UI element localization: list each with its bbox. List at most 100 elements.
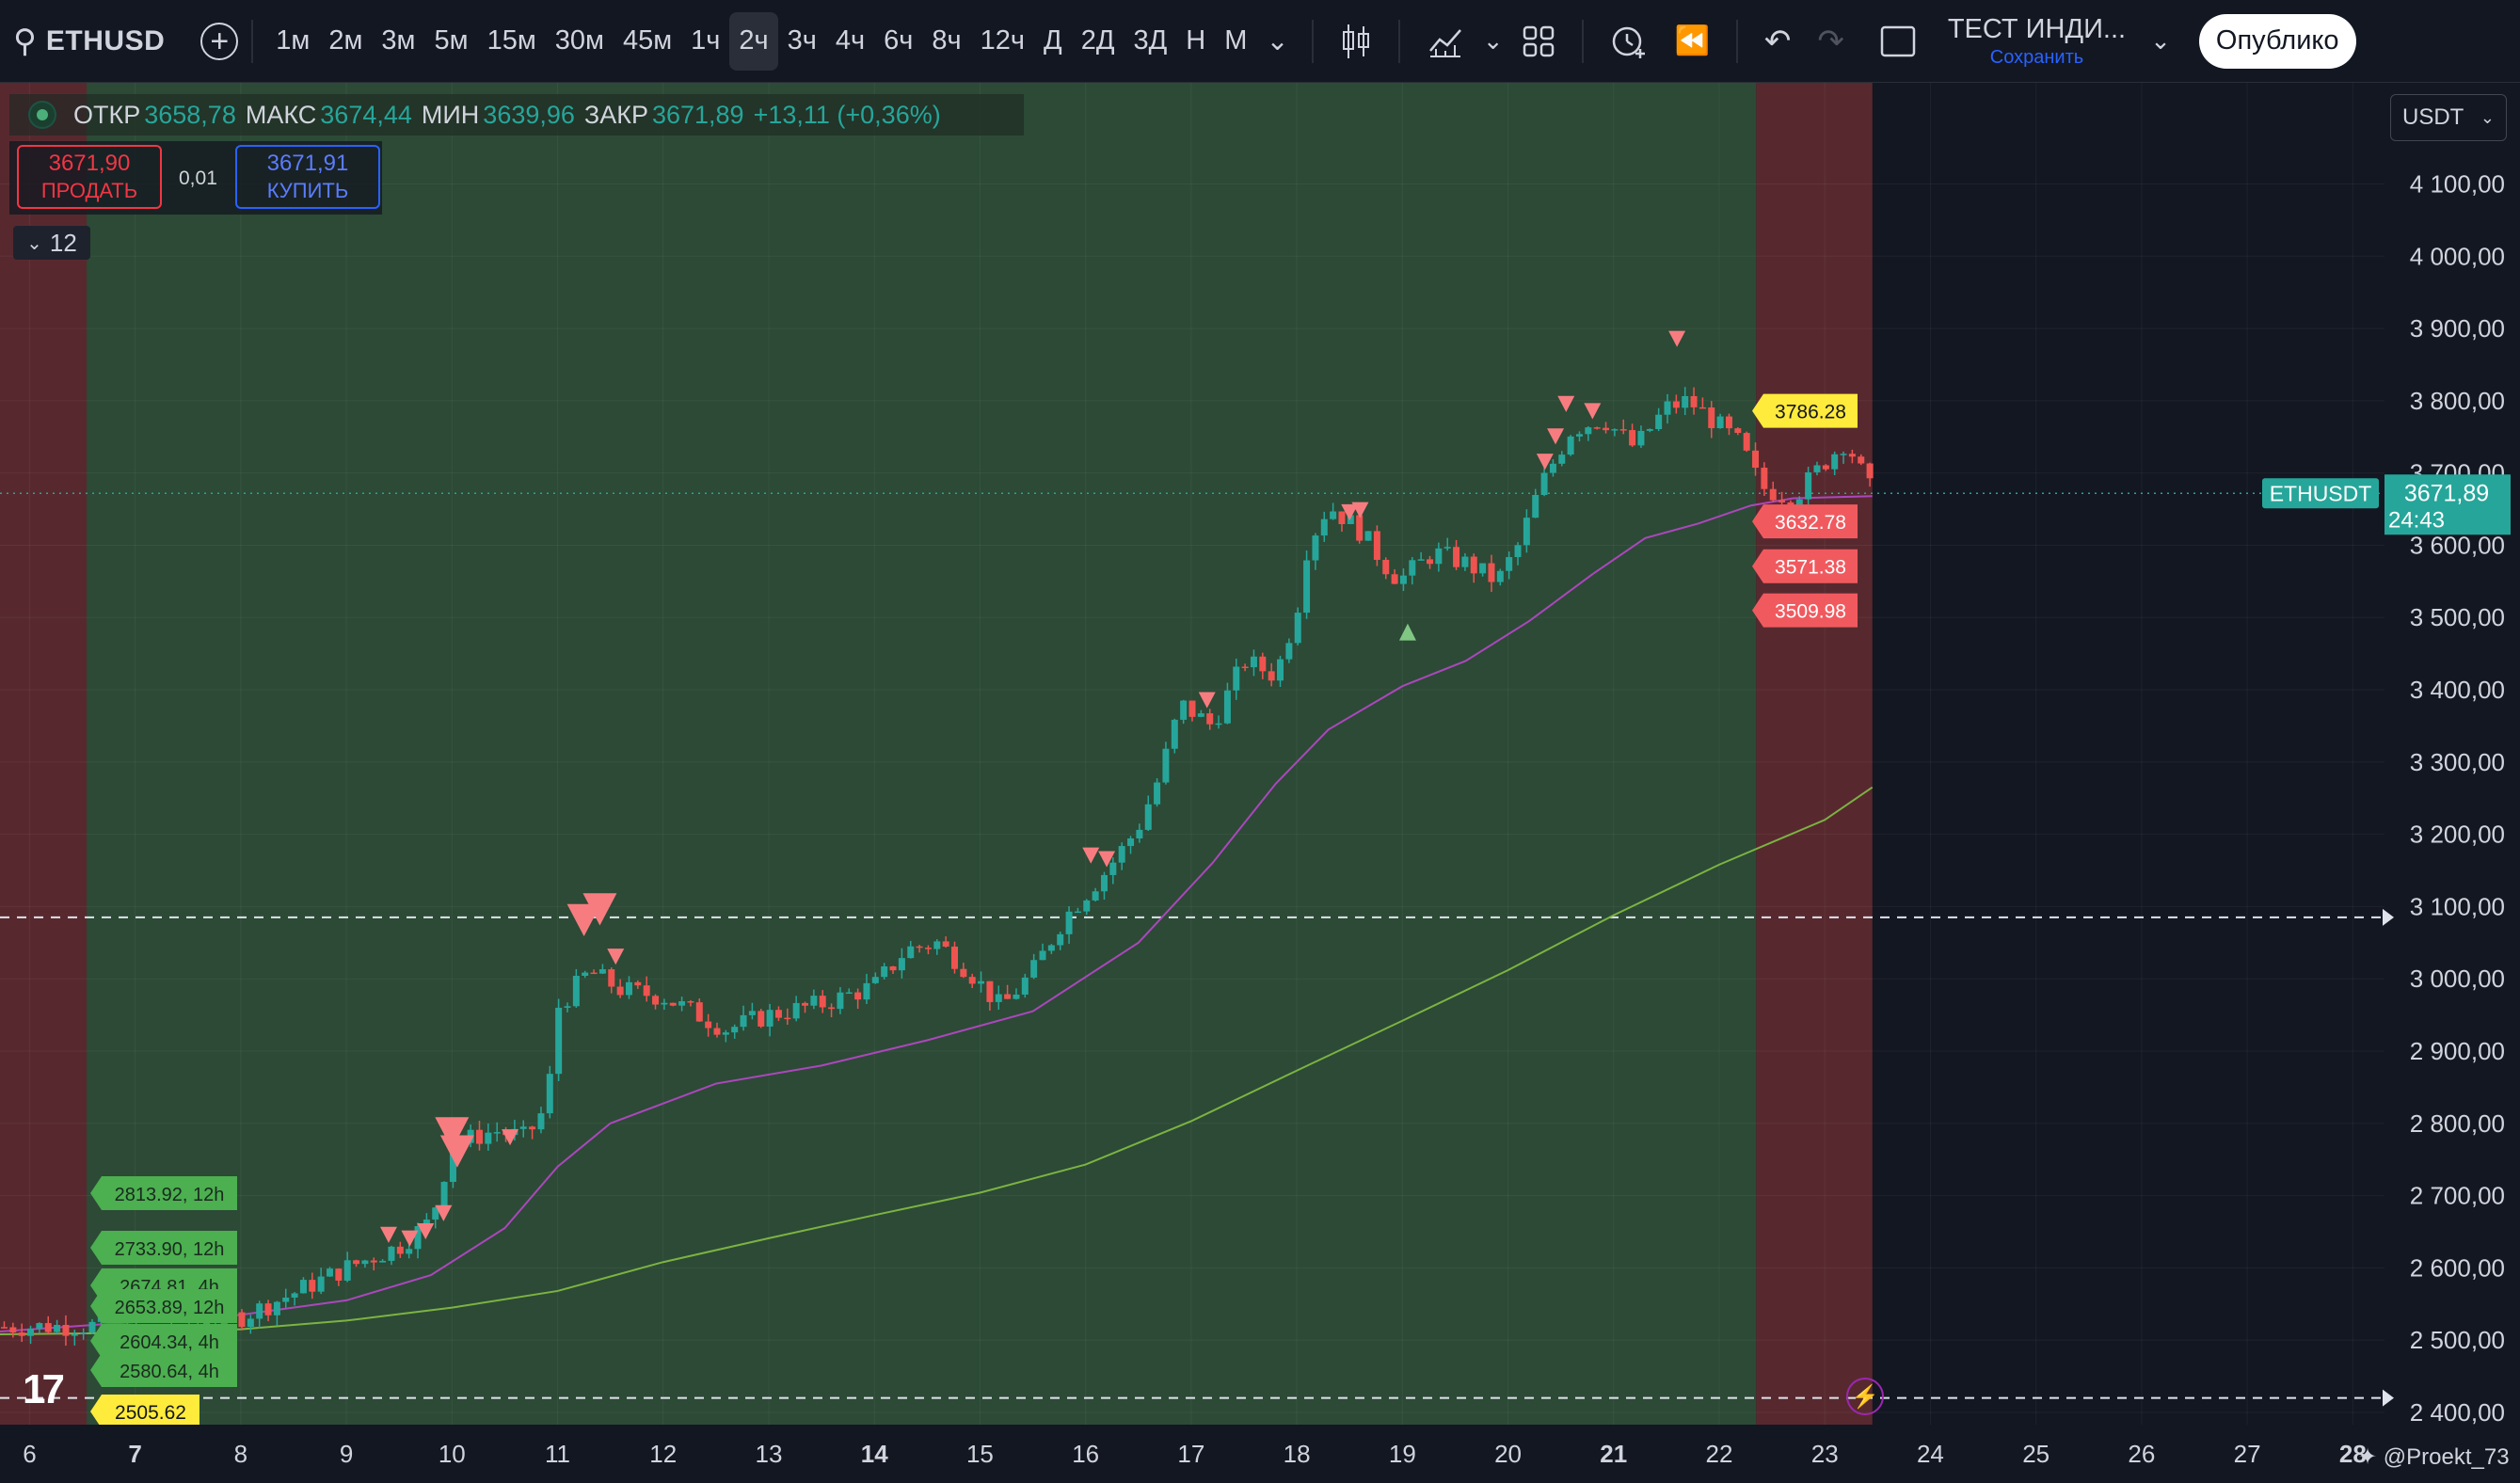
left-level-label-text: 2580.64, 4h bbox=[120, 1362, 219, 1382]
trade-panel: 3671,90 ПРОДАТЬ 0,01 3671,91 КУПИТЬ bbox=[9, 141, 382, 215]
x-tick-label: 26 bbox=[2128, 1440, 2155, 1468]
sell-button[interactable]: 3671,90 ПРОДАТЬ bbox=[17, 145, 162, 209]
alert-add-icon[interactable] bbox=[1597, 0, 1661, 83]
x-tick-label: 19 bbox=[1389, 1440, 1416, 1468]
indicators-collapse-button[interactable]: ⌄ 12 bbox=[13, 226, 90, 260]
candle-body bbox=[1813, 465, 1821, 472]
candle-body bbox=[88, 1321, 96, 1333]
candle-body bbox=[1532, 495, 1539, 518]
candle-body bbox=[942, 941, 949, 947]
candle-body bbox=[309, 1280, 316, 1292]
candle-body bbox=[1769, 488, 1777, 501]
timeframe-button[interactable]: М bbox=[1215, 12, 1256, 71]
candle-body bbox=[396, 1246, 404, 1254]
timeframe-button[interactable]: 45м bbox=[614, 12, 681, 71]
timeframe-button[interactable]: 5м bbox=[424, 12, 477, 71]
compare-symbol-button[interactable]: + bbox=[200, 22, 239, 60]
timeframe-dropdown-button[interactable]: ⌄ bbox=[1256, 12, 1298, 71]
candle-countdown-text: 24:43 bbox=[2388, 507, 2445, 533]
candle-body bbox=[1223, 690, 1231, 724]
candle-body bbox=[608, 969, 615, 987]
candle-body bbox=[1364, 531, 1372, 541]
timeframe-button[interactable]: 3Д bbox=[1124, 12, 1176, 71]
timeframe-button[interactable]: 3м bbox=[372, 12, 424, 71]
timeframe-button[interactable]: Д bbox=[1034, 12, 1072, 71]
x-tick-label: 22 bbox=[1706, 1440, 1733, 1468]
timeframe-button[interactable]: 6ч bbox=[874, 12, 922, 71]
save-link[interactable]: Сохранить bbox=[1990, 47, 2083, 69]
y-tick-label: 3 200,00 bbox=[2410, 821, 2505, 849]
candle-body bbox=[1171, 719, 1178, 749]
candle-body bbox=[343, 1260, 351, 1281]
currency-select[interactable]: USDT ⌄ bbox=[2390, 94, 2507, 141]
publish-button[interactable]: Опублико bbox=[2198, 13, 2356, 69]
timeframe-group: 1м 2м 3м 5м 15м 30м 45м 1ч 2ч 3ч 4ч 6ч 8ч 12ч Д 2Д 3Д Н М bbox=[266, 11, 1256, 71]
x-tick-label: 10 bbox=[439, 1440, 466, 1468]
x-tick-label: 8 bbox=[234, 1440, 247, 1468]
timeframe-button[interactable]: 2ч bbox=[729, 11, 778, 71]
candle-body bbox=[1259, 656, 1267, 672]
timeframe-button[interactable]: 12ч bbox=[971, 12, 1034, 71]
candle-body bbox=[1320, 518, 1328, 536]
visibility-eye-icon[interactable] bbox=[28, 101, 56, 129]
candle-body bbox=[485, 1132, 492, 1144]
buy-button[interactable]: 3671,91 КУПИТЬ bbox=[235, 145, 380, 209]
tradingview-logo[interactable]: 17 bbox=[23, 1366, 65, 1413]
indicators-icon[interactable] bbox=[1413, 0, 1477, 83]
y-tick-label: 3 100,00 bbox=[2410, 892, 2505, 920]
timeframe-button[interactable]: 30м bbox=[546, 12, 614, 71]
time-axis[interactable]: 6 7 8 9 10 11 12 13 14 15 16 17 18 19 20 21 22 23 24 25 26 27… bbox=[0, 1425, 2520, 1483]
timeframe-button[interactable]: 4ч bbox=[826, 12, 874, 71]
sell-price: 3671,90 bbox=[48, 151, 131, 176]
spread-value: 0,01 bbox=[179, 167, 217, 189]
candle-body bbox=[1540, 472, 1548, 496]
replay-icon[interactable]: ⏪ bbox=[1661, 0, 1722, 83]
candle-body bbox=[1848, 454, 1856, 457]
candle-body bbox=[1004, 994, 1012, 999]
currency-value: USDT bbox=[2402, 104, 2464, 130]
timeframe-button[interactable]: 2Д bbox=[1072, 12, 1124, 71]
timeframe-button[interactable]: 2м bbox=[319, 12, 372, 71]
candle-body bbox=[916, 946, 923, 949]
chevron-down-icon[interactable]: ⌄ bbox=[2145, 0, 2177, 83]
candle-body bbox=[1435, 548, 1443, 565]
timeframe-button[interactable]: Н bbox=[1176, 12, 1215, 71]
candle-body bbox=[414, 1225, 422, 1250]
author-name: @Proekt_73 bbox=[2383, 1444, 2510, 1470]
toolbar-divider bbox=[1735, 19, 1738, 63]
undo-icon[interactable]: ↶ bbox=[1751, 0, 1805, 83]
x-tick-label: 12 bbox=[649, 1440, 677, 1468]
layout-grid-icon[interactable] bbox=[1508, 0, 1569, 83]
low-value: 3639,96 bbox=[483, 100, 575, 129]
timeframe-button[interactable]: 1м bbox=[266, 12, 319, 71]
close-label: ЗАКР bbox=[583, 100, 648, 129]
candles-chart-type-icon[interactable] bbox=[1327, 0, 1385, 83]
timeframe-button[interactable]: 8ч bbox=[922, 12, 970, 71]
lightning-icon[interactable]: ⚡ bbox=[1846, 1378, 1884, 1415]
candle-body bbox=[1734, 428, 1742, 434]
candle-body bbox=[1603, 427, 1610, 431]
timeframe-button[interactable]: 1ч bbox=[681, 12, 729, 71]
candle-body bbox=[837, 992, 844, 1010]
candle-body bbox=[1822, 465, 1829, 470]
chevron-down-icon[interactable]: ⌄ bbox=[1477, 0, 1509, 83]
symbol-search[interactable]: ⚲ ETHUSD bbox=[13, 0, 165, 83]
candle-body bbox=[71, 1333, 78, 1336]
candle-body bbox=[1144, 804, 1152, 830]
redo-icon[interactable]: ↷ bbox=[1804, 0, 1858, 83]
x-tick-label: 14 bbox=[861, 1440, 888, 1468]
x-tick-label: 7 bbox=[128, 1440, 141, 1468]
timeframe-button[interactable]: 15м bbox=[478, 12, 546, 71]
fullscreen-square-icon[interactable] bbox=[1867, 0, 1929, 83]
low-label: МИН bbox=[421, 100, 480, 129]
candle-body bbox=[978, 981, 985, 984]
price-chart[interactable]: 3786.28 3632.78 3571.38 3509.98 2813.92, 12h… bbox=[0, 83, 2520, 1483]
layout-name-button[interactable]: ТЕСТ ИНДИ... Сохранить bbox=[1948, 14, 2126, 69]
publish-logo-icon: ✦ bbox=[2358, 1444, 2378, 1470]
candle-body bbox=[986, 981, 994, 1002]
candle-body bbox=[1593, 427, 1601, 429]
candle-body bbox=[740, 1014, 747, 1028]
candle-body bbox=[1206, 713, 1214, 725]
timeframe-button[interactable]: 3ч bbox=[778, 12, 826, 71]
candle-body bbox=[810, 996, 818, 1006]
